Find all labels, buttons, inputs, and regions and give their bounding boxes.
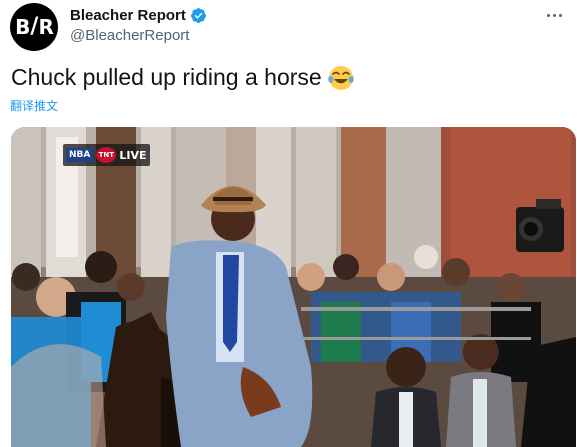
more-dot-icon [552,13,556,17]
tweet-text-content: Chuck pulled up riding a horse [11,64,322,90]
verified-badge-icon [190,7,207,24]
tweet-header: B/R Bleacher Report @BleacherReport [0,0,577,60]
face-with-tears-of-joy-icon [328,65,354,91]
avatar[interactable]: B/R [10,3,58,51]
tweet-text: Chuck pulled up riding a horse [11,64,354,91]
horse-arrival-photo [11,127,576,447]
nba-logo: NBA [66,148,94,162]
live-indicator: LIVE [119,148,147,162]
avatar-logo-text: B/R [15,13,54,39]
author-name-row[interactable]: Bleacher Report [70,5,207,25]
tweet-media-image[interactable]: NBA TNT LIVE [11,127,576,447]
translate-tweet-link[interactable]: 翻译推文 [10,97,58,114]
more-dot-icon [558,13,562,17]
author-handle[interactable]: @BleacherReport [70,27,189,44]
tnt-logo: TNT [96,147,117,163]
tv-broadcast-bug: NBA TNT LIVE [63,144,150,166]
more-options-button[interactable] [543,6,565,24]
more-dot-icon [546,13,550,17]
display-name[interactable]: Bleacher Report [70,7,186,24]
